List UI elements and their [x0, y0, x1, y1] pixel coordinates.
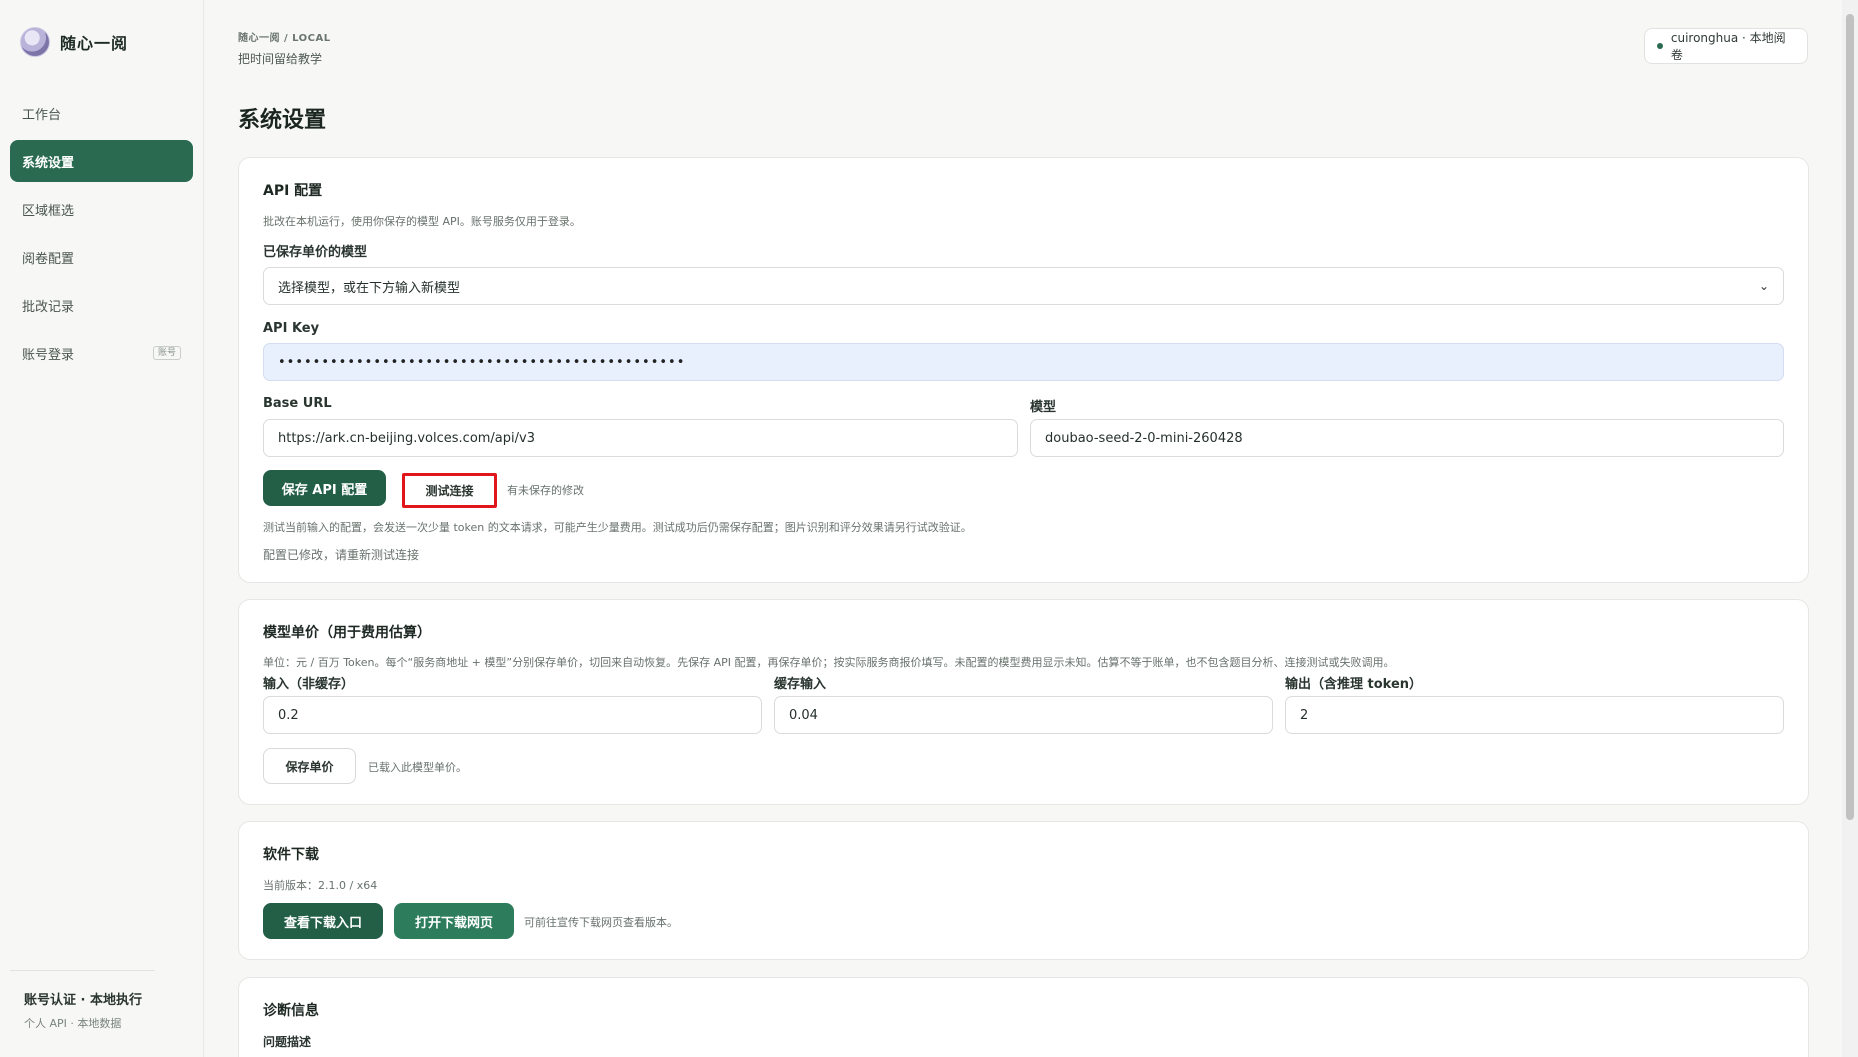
sidebar-item-workbench[interactable]: 工作台 — [10, 92, 193, 134]
api-key-value: ••••••••••••••••••••••••••••••••••••••••… — [278, 354, 686, 370]
sidebar-item-label: 工作台 — [22, 107, 62, 123]
sidebar-item-region-select[interactable]: 区域框选 — [10, 188, 193, 230]
test-hint: 测试当前输入的配置，会发送一次少量 token 的文本请求，可能产生少量费用。测… — [263, 521, 972, 534]
current-version: 当前版本：2.1.0 / x64 — [263, 879, 378, 892]
base-url-value: https://ark.cn-beijing.volces.com/api/v3 — [278, 430, 535, 446]
user-label: cuironghua · 本地阅卷 — [1670, 31, 1786, 62]
open-download-page-button[interactable]: 打开下载网页 — [394, 903, 514, 939]
header-subtitle: 把时间留给教学 — [238, 52, 323, 66]
status-dot-icon — [1657, 43, 1663, 49]
test-connection-button[interactable]: 测试连接 — [402, 473, 497, 508]
output-price-field[interactable]: 2 — [1285, 696, 1784, 734]
changed-hint: 配置已修改，请重新测试连接 — [263, 548, 420, 562]
app-name: 随心一阅 — [60, 34, 129, 53]
software-download-card: 软件下载 当前版本：2.1.0 / x64 查看下载入口 打开下载网页 可前往宣… — [238, 821, 1809, 960]
input-price-field[interactable]: 0.2 — [263, 696, 762, 734]
sidebar-item-records[interactable]: 批改记录 — [10, 284, 193, 326]
page-title: 系统设置 — [238, 108, 327, 133]
base-url-label: Base URL — [263, 396, 332, 411]
sidebar-item-login[interactable]: 账号登录 账号 — [10, 332, 193, 374]
card-title: API 配置 — [263, 183, 323, 199]
sidebar-item-grading-config[interactable]: 阅卷配置 — [10, 236, 193, 278]
scrollbar-thumb[interactable] — [1846, 14, 1854, 820]
sidebar-item-settings[interactable]: 系统设置 — [10, 140, 193, 182]
price-desc: 单位：元 / 百万 Token。每个“服务商地址 + 模型”分别保存单价，切回来… — [263, 656, 1395, 669]
account-badge: 账号 — [152, 346, 181, 360]
sidebar-item-label: 区域框选 — [22, 203, 75, 219]
api-key-label: API Key — [263, 321, 320, 336]
card-title: 诊断信息 — [263, 1003, 319, 1019]
model-price-card: 模型单价（用于费用估算） 单位：元 / 百万 Token。每个“服务商地址 + … — [238, 599, 1809, 805]
download-hint: 可前往宣传下载网页查看版本。 — [524, 916, 678, 929]
price-status: 已载入此模型单价。 — [368, 761, 467, 774]
sidebar-item-label: 系统设置 — [22, 155, 75, 171]
base-url-input[interactable]: https://ark.cn-beijing.volces.com/api/v3 — [263, 419, 1018, 457]
input-price-label: 输入（非缓存） — [263, 677, 355, 692]
api-config-card: API 配置 批改在本机运行，使用你保存的模型 API。账号服务仅用于登录。 已… — [238, 157, 1809, 583]
input-price-value: 0.2 — [278, 707, 299, 723]
save-price-button[interactable]: 保存单价 — [263, 748, 356, 784]
model-value: doubao-seed-2-0-mini-260428 — [1045, 430, 1243, 446]
problem-label: 问题描述 — [263, 1035, 312, 1049]
cached-price-value: 0.04 — [789, 707, 818, 723]
footer-title: 账号认证 · 本地执行 — [24, 993, 142, 1008]
output-price-label: 输出（含推理 token） — [1285, 677, 1423, 692]
saved-model-label: 已保存单价的模型 — [263, 245, 368, 260]
brand[interactable]: 随心一阅 — [20, 27, 128, 57]
chevron-down-icon: ⌄ — [1758, 279, 1769, 293]
model-label: 模型 — [1030, 400, 1057, 415]
api-desc: 批改在本机运行，使用你保存的模型 API。账号服务仅用于登录。 — [263, 215, 581, 228]
sidebar: 随心一阅 工作台 系统设置 区域框选 阅卷配置 批改记录 账号登录 账号 账号认… — [0, 0, 204, 1057]
sidebar-footer: 账号认证 · 本地执行 个人 API · 本地数据 — [10, 970, 155, 1031]
diagnostics-card: 诊断信息 问题描述 — [238, 977, 1809, 1057]
sidebar-item-label: 阅卷配置 — [22, 251, 75, 267]
api-key-input[interactable]: ••••••••••••••••••••••••••••••••••••••••… — [263, 343, 1784, 381]
card-title: 模型单价（用于费用估算） — [263, 625, 431, 641]
app-logo — [20, 27, 50, 57]
model-input[interactable]: doubao-seed-2-0-mini-260428 — [1030, 419, 1784, 457]
breadcrumb: 随心一阅 / LOCAL — [238, 33, 331, 44]
sidebar-nav: 工作台 系统设置 区域框选 阅卷配置 批改记录 账号登录 账号 — [10, 92, 193, 380]
saved-model-value: 选择模型，或在下方输入新模型 — [278, 280, 461, 296]
footer-subtitle: 个人 API · 本地数据 — [24, 1017, 122, 1030]
cached-price-label: 缓存输入 — [774, 677, 827, 692]
sidebar-item-label: 批改记录 — [22, 299, 75, 315]
card-title: 软件下载 — [263, 847, 319, 863]
output-price-value: 2 — [1300, 707, 1309, 723]
save-api-config-button[interactable]: 保存 API 配置 — [263, 470, 386, 506]
sidebar-item-label: 账号登录 — [22, 347, 75, 363]
saved-model-select[interactable]: 选择模型，或在下方输入新模型 ⌄ — [263, 267, 1784, 305]
user-chip[interactable]: cuironghua · 本地阅卷 — [1644, 28, 1808, 64]
view-download-button[interactable]: 查看下载入口 — [263, 903, 383, 939]
unsaved-status: 有未保存的修改 — [507, 484, 584, 497]
cached-price-field[interactable]: 0.04 — [774, 696, 1273, 734]
